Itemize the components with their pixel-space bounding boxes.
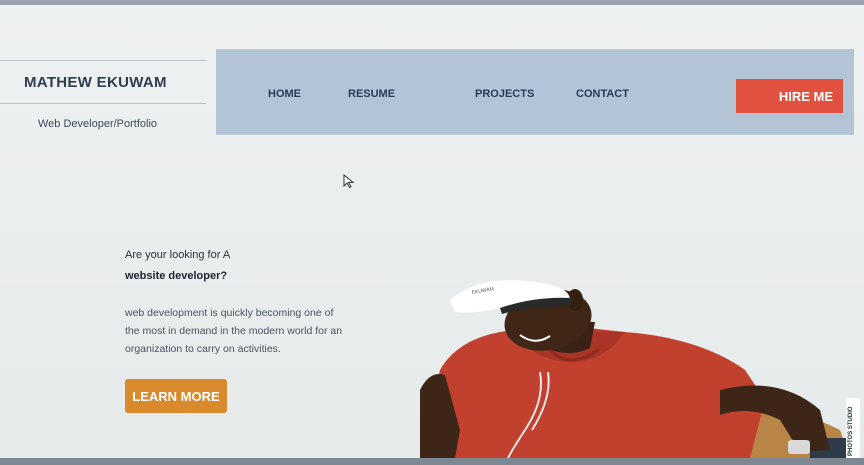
brand-divider-top (0, 60, 206, 61)
hero-description-line: organization to carry on activities. (125, 343, 281, 355)
hero-headline: website developer? (125, 270, 228, 282)
nav-link-home[interactable]: HOME (268, 88, 301, 100)
nav-link-projects[interactable]: PROJECTS (475, 88, 534, 100)
nav-link-contact[interactable]: CONTACT (576, 88, 629, 100)
hero-portrait-photo: EKUWAM (420, 280, 850, 458)
hero-description-line: the most in demand in the modern world f… (125, 325, 343, 337)
brand-tagline: Web Developer/Portfolio (38, 118, 158, 130)
nav-link-resume[interactable]: RESUME (348, 88, 395, 100)
hero-description: web development is quickly becoming one … (125, 304, 375, 358)
mouse-cursor-icon (343, 174, 355, 188)
hero-question: Are your looking for A (125, 249, 231, 261)
hero-description-line: web development is quickly becoming one … (125, 307, 334, 319)
watermark-text: PHOTOS STUDIO (848, 406, 854, 456)
brand-block: MATHEW EKUWAM Web Developer/Portfolio (0, 56, 206, 136)
screen-bottom-bezel (0, 458, 864, 465)
photo-watermark: PHOTOS STUDIO (846, 398, 860, 458)
learn-more-button[interactable]: LEARN MORE (125, 379, 227, 413)
hire-me-button[interactable]: HIRE ME (736, 79, 843, 113)
brand-divider-bottom (0, 103, 206, 104)
brand-name[interactable]: MATHEW EKUWAM (24, 74, 167, 91)
main-navbar: HOME RESUME PROJECTS CONTACT HIRE ME (216, 49, 854, 135)
